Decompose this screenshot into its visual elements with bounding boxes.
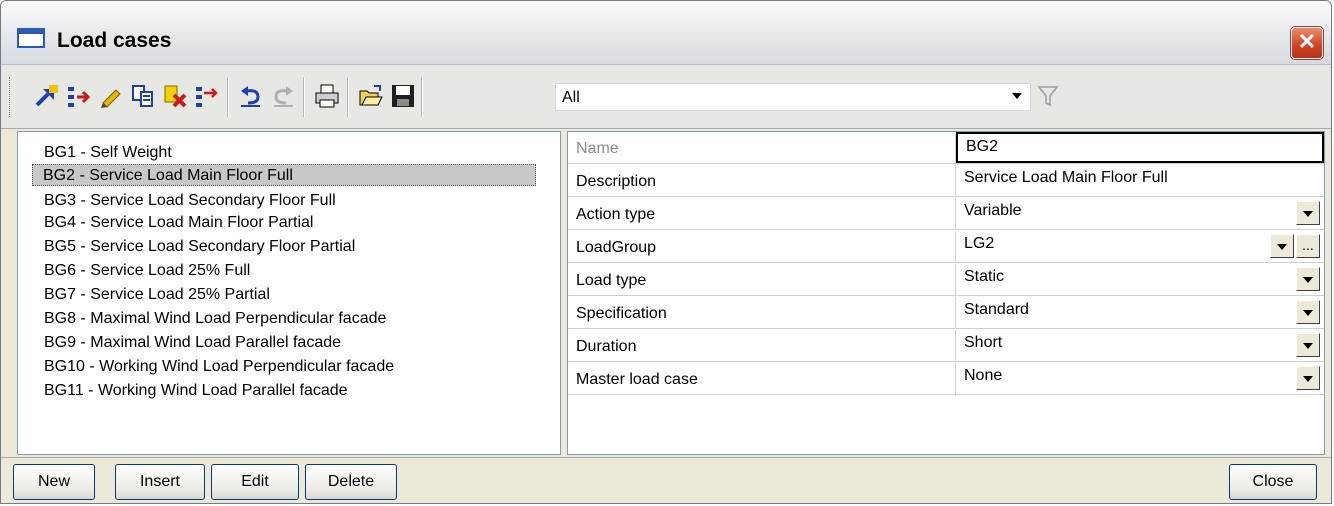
- property-row: Description Service Load Main Floor Full: [568, 165, 1324, 197]
- list-item[interactable]: BG11 - Working Wind Load Parallel facade: [44, 380, 348, 402]
- property-value[interactable]: Short: [956, 330, 1324, 361]
- list-item[interactable]: BG10 - Working Wind Load Perpendicular f…: [44, 356, 394, 378]
- property-value-text: Standard: [964, 301, 1029, 318]
- property-row: Action type Variable: [568, 198, 1324, 230]
- property-value[interactable]: Variable: [956, 198, 1324, 229]
- property-name: Duration: [568, 330, 956, 361]
- property-name: Specification: [568, 297, 956, 328]
- property-row: Duration Short: [568, 330, 1324, 362]
- close-button[interactable]: Close: [1229, 464, 1317, 500]
- filter-combo[interactable]: All: [555, 83, 1031, 111]
- property-value-text: LG2: [964, 235, 995, 252]
- list-item[interactable]: BG8 - Maximal Wind Load Perpendicular fa…: [44, 308, 386, 330]
- load-case-list[interactable]: BG1 - Self Weight BG2 - Service Load Main…: [17, 131, 561, 455]
- property-row: Load type Static: [568, 264, 1324, 296]
- property-value-text: Variable: [964, 202, 1022, 219]
- browse-button[interactable]: ...: [1296, 234, 1320, 258]
- property-value[interactable]: Service Load Main Floor Full: [956, 165, 1324, 196]
- open-icon[interactable]: [357, 81, 385, 111]
- filter-icon[interactable]: [1037, 83, 1061, 111]
- edit-icon[interactable]: [97, 81, 125, 111]
- list-item[interactable]: BG4 - Service Load Main Floor Partial: [44, 212, 313, 234]
- list-item[interactable]: BG1 - Self Weight: [44, 142, 172, 164]
- property-name: Load type: [568, 264, 956, 295]
- redo-icon[interactable]: [269, 81, 297, 111]
- close-window-button[interactable]: ✕: [1291, 27, 1323, 59]
- insert-icon[interactable]: [65, 81, 93, 111]
- chevron-down-icon[interactable]: [1012, 93, 1022, 99]
- chevron-down-icon[interactable]: [1296, 201, 1320, 225]
- save-icon[interactable]: [389, 81, 417, 111]
- toolbar-separator: [347, 77, 349, 117]
- property-name: Name: [568, 132, 956, 163]
- delete-button[interactable]: Delete: [305, 464, 397, 500]
- toolbar-separator: [227, 77, 229, 117]
- button-bar: New Insert Edit Delete Close: [1, 457, 1331, 503]
- filter-combo-value: All: [562, 89, 580, 106]
- property-value[interactable]: Static: [956, 264, 1324, 295]
- list-item[interactable]: BG2 - Service Load Main Floor Full: [32, 164, 536, 186]
- edit-button[interactable]: Edit: [211, 464, 299, 500]
- load-cases-window: Load cases ✕ All BG1 - Self Weight BG2 -…: [0, 0, 1332, 504]
- property-value-text: BG2: [966, 138, 999, 155]
- print-icon[interactable]: [313, 81, 341, 111]
- property-row: LoadGroup LG2...: [568, 231, 1324, 263]
- chevron-down-icon[interactable]: [1270, 234, 1294, 258]
- list-item[interactable]: BG6 - Service Load 25% Full: [44, 260, 250, 282]
- property-name: Master load case: [568, 363, 956, 394]
- window-title: Load cases: [57, 29, 172, 52]
- undo-icon[interactable]: [237, 81, 265, 111]
- property-row: Name BG2: [568, 132, 1324, 164]
- properties-grid: Name BG2 Description Service Load Main Floo…: [567, 131, 1325, 455]
- window-icon: [17, 28, 45, 48]
- toolbar-grip: [9, 77, 13, 117]
- property-value-text: Short: [964, 334, 1003, 351]
- property-value-text: None: [964, 367, 1003, 384]
- insert-button[interactable]: Insert: [115, 464, 205, 500]
- property-name: Description: [568, 165, 956, 196]
- delete-icon[interactable]: [161, 81, 189, 111]
- chevron-down-icon[interactable]: [1296, 267, 1320, 291]
- property-name: Action type: [568, 198, 956, 229]
- new-button[interactable]: New: [13, 464, 95, 500]
- new-icon[interactable]: [33, 81, 61, 111]
- chevron-down-icon[interactable]: [1296, 366, 1320, 390]
- property-value[interactable]: LG2...: [956, 231, 1324, 262]
- property-value-text: Static: [964, 268, 1005, 285]
- property-value[interactable]: None: [956, 363, 1324, 394]
- list-item[interactable]: BG7 - Service Load 25% Partial: [44, 284, 270, 306]
- property-value-text: Service Load Main Floor Full: [964, 169, 1168, 186]
- property-name: LoadGroup: [568, 231, 956, 262]
- copy-icon[interactable]: [129, 81, 157, 111]
- property-value[interactable]: BG2: [956, 132, 1324, 163]
- list-item[interactable]: BG3 - Service Load Secondary Floor Full: [44, 190, 336, 212]
- list-item[interactable]: BG5 - Service Load Secondary Floor Parti…: [44, 236, 355, 258]
- chevron-down-icon[interactable]: [1296, 333, 1320, 357]
- title-bar: Load cases ✕: [1, 1, 1331, 65]
- list-item[interactable]: BG9 - Maximal Wind Load Parallel facade: [44, 332, 341, 354]
- move-icon[interactable]: [193, 81, 221, 111]
- chevron-down-icon[interactable]: [1296, 300, 1320, 324]
- property-row: Master load case None: [568, 363, 1324, 395]
- toolbar-separator: [303, 77, 305, 117]
- property-row: Specification Standard: [568, 297, 1324, 329]
- toolbar: All: [1, 65, 1331, 129]
- property-value[interactable]: Standard: [956, 297, 1324, 328]
- toolbar-separator: [421, 77, 423, 117]
